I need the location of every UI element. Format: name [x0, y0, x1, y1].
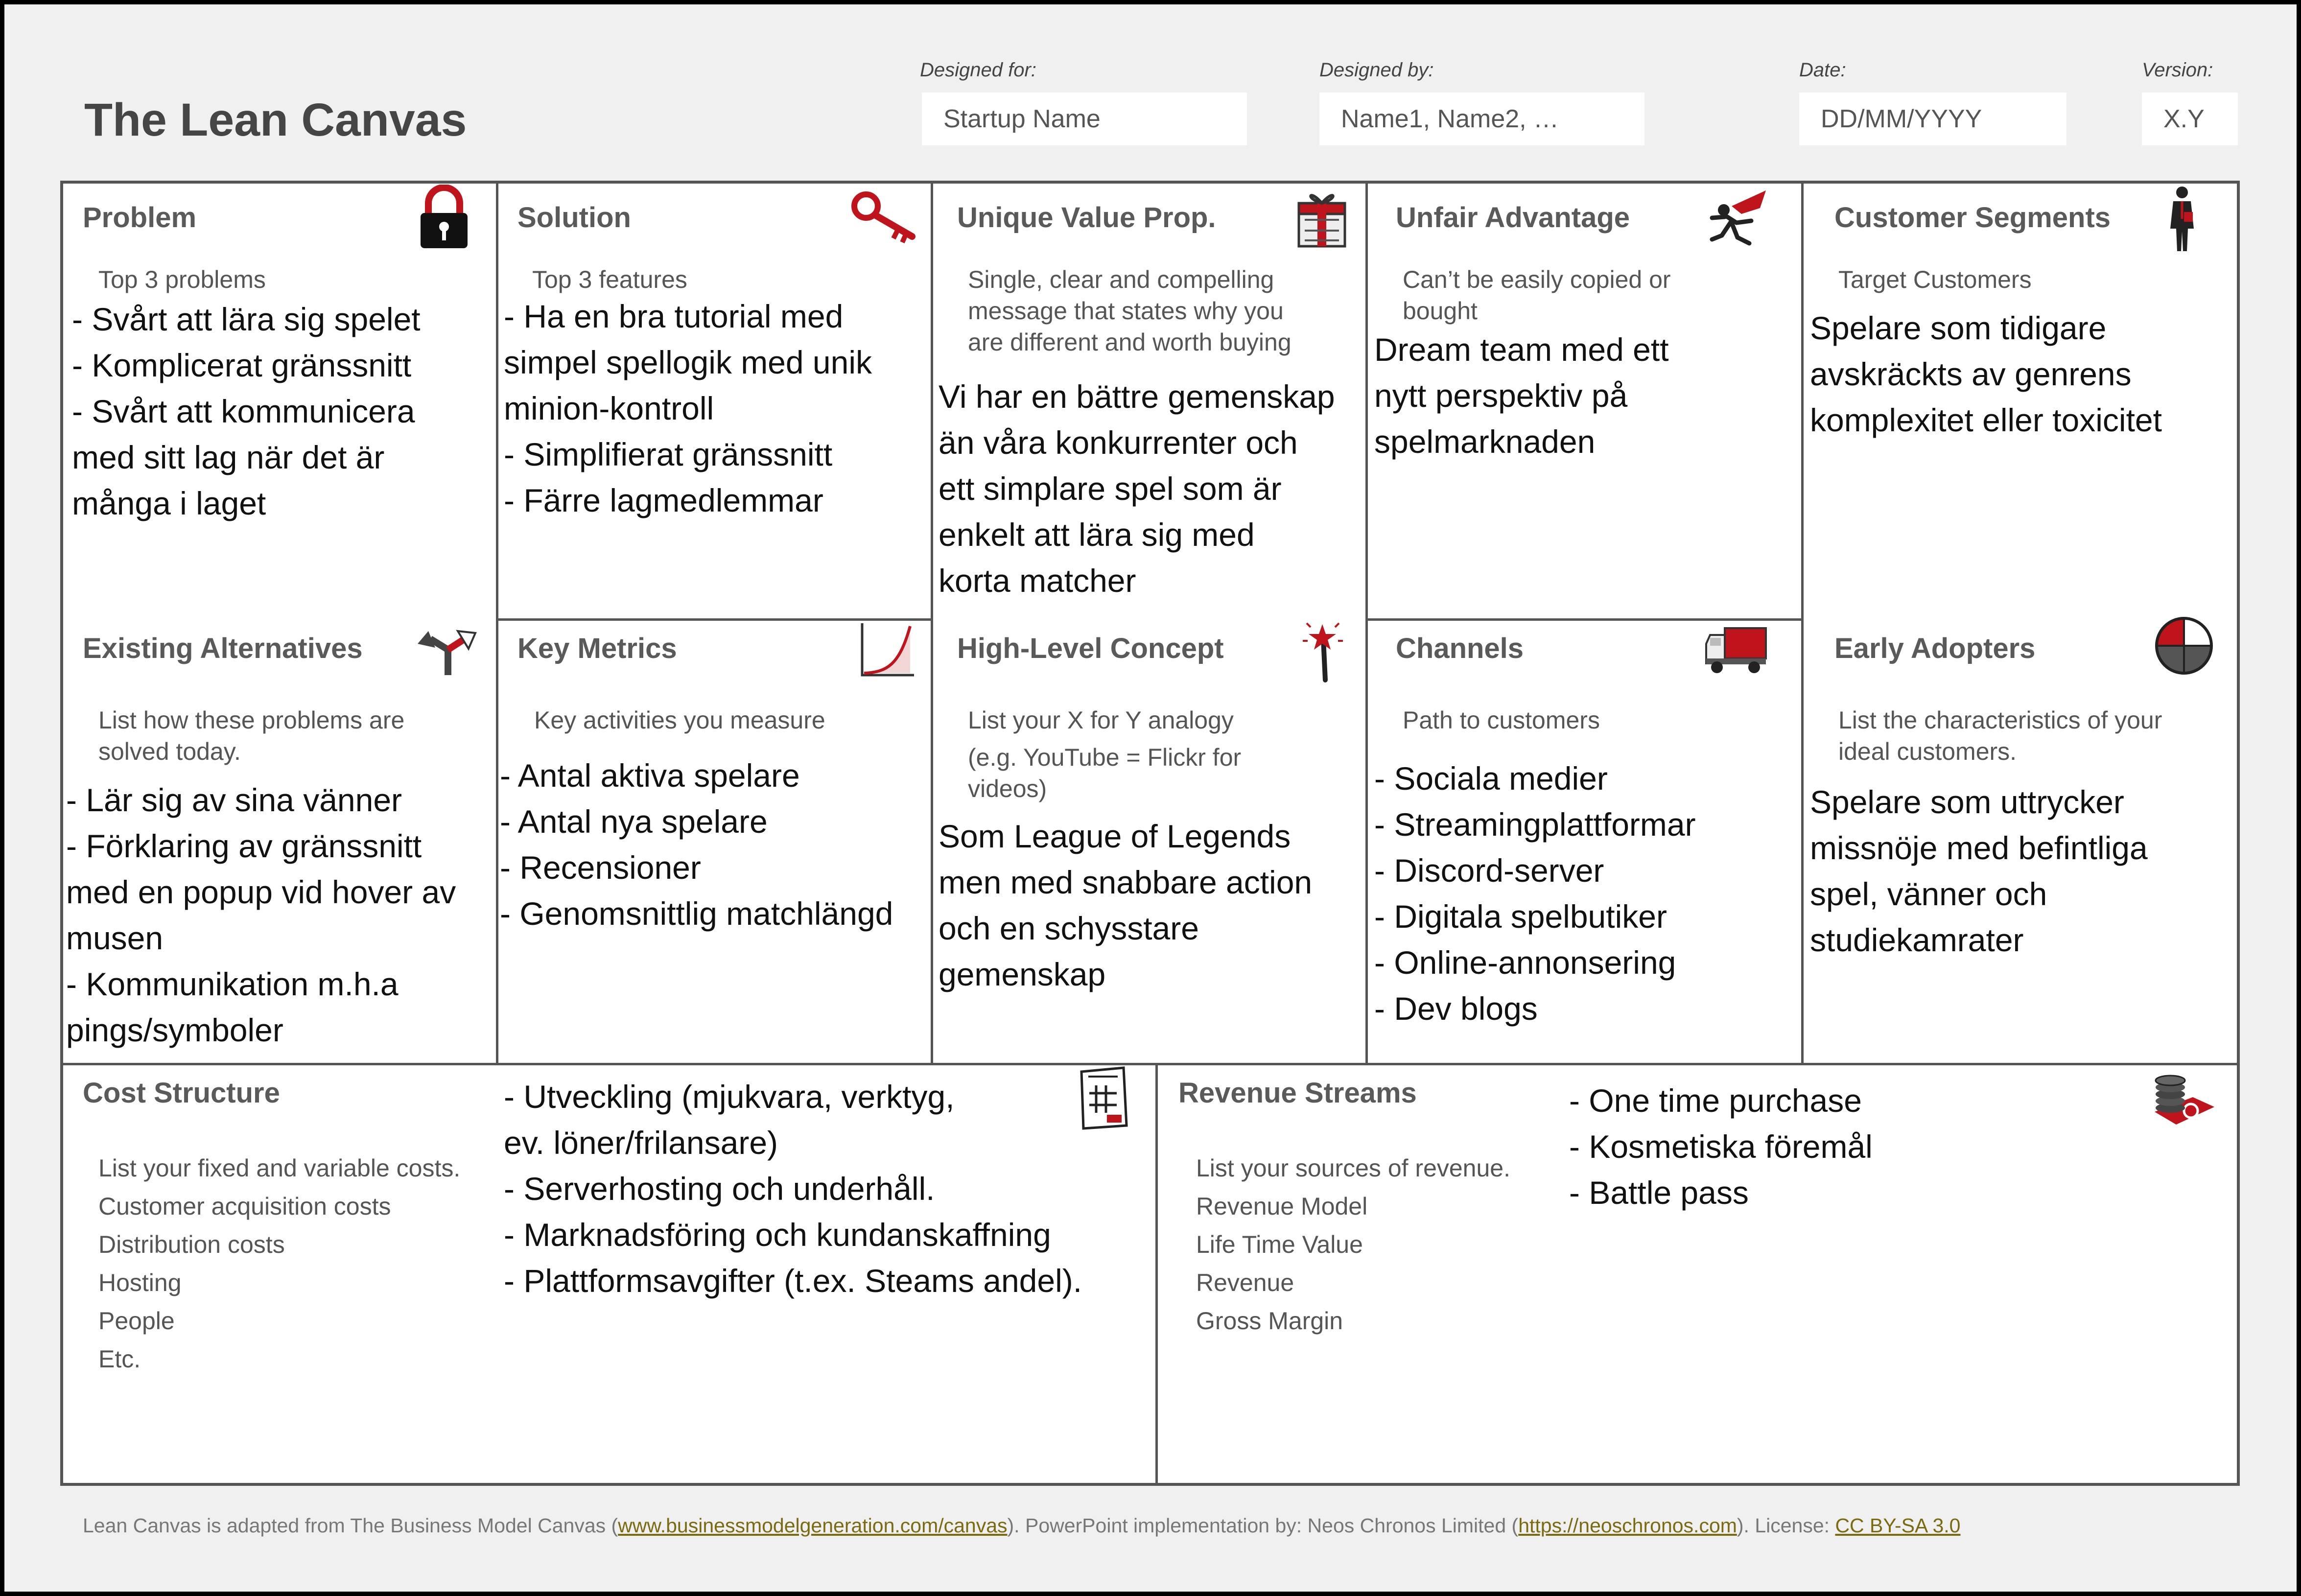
solution-content[interactable]: - Ha en bra tutorial med simpel spellogi…	[504, 293, 872, 523]
unfair-hint: Can’t be easily copied or bought	[1403, 266, 1671, 325]
channels-content[interactable]: - Sociala medier - Streamingplattformar …	[1374, 755, 1696, 1032]
coins-icon	[2155, 1075, 2214, 1125]
problem-hint: Top 3 problems	[98, 266, 266, 293]
neoschronos-link[interactable]: https://neoschronos.com	[1518, 1514, 1737, 1537]
date-label: Date:	[1799, 59, 1846, 81]
unfair-title: Unfair Advantage	[1396, 202, 1630, 234]
footer-text: Lean Canvas is adapted from The Business…	[83, 1514, 618, 1537]
metrics-hint: Key activities you measure	[534, 706, 825, 734]
segments-hint: Target Customers	[1838, 266, 2032, 293]
designed-for-field[interactable]: Startup Name	[922, 93, 1247, 145]
early-hint: List the characteristics of your ideal c…	[1838, 706, 2162, 765]
revenue-title: Revenue Streams	[1178, 1077, 1417, 1109]
license-link[interactable]: CC BY-SA 3.0	[1835, 1514, 1960, 1537]
concept-content[interactable]: Som League of Legends men med snabbare a…	[939, 813, 1312, 997]
segments-title: Customer Segments	[1834, 202, 2111, 234]
cost-hint: List your fixed and variable costs. Cust…	[98, 1154, 461, 1373]
uvp-content[interactable]: Vi har en bättre gemenskap än våra konku…	[939, 374, 1335, 604]
solution-hint: Top 3 features	[532, 266, 687, 293]
alternatives-title: Existing Alternatives	[83, 633, 363, 664]
footer-text: ). License:	[1737, 1514, 1835, 1537]
early-content[interactable]: Spelare som uttrycker missnöje med befin…	[1810, 779, 2148, 963]
arrows-icon	[418, 630, 477, 675]
cost-content[interactable]: - Utveckling (mjukvara, verktyg, ev. lön…	[504, 1074, 1082, 1304]
designed-by-label: Designed by:	[1319, 59, 1434, 81]
page-title: The Lean Canvas	[84, 94, 467, 146]
unfair-content[interactable]: Dream team med ett nytt perspektiv på sp…	[1374, 327, 1669, 465]
designed-for-label: Designed for:	[920, 59, 1036, 81]
superhero-icon	[1710, 190, 1766, 246]
gift-icon	[1297, 194, 1346, 248]
date-field[interactable]: DD/MM/YYYY	[1799, 93, 2066, 145]
business-model-link[interactable]: www.businessmodelgeneration.com/canvas	[618, 1514, 1007, 1537]
solution-title: Solution	[517, 202, 631, 234]
metrics-content[interactable]: - Antal aktiva spelare - Antal nya spela…	[500, 752, 893, 937]
segments-content[interactable]: Spelare som tidigare avskräckts av genre…	[1810, 305, 2162, 443]
channels-title: Channels	[1396, 633, 1524, 664]
footer-text: ). PowerPoint implementation by: Neos Ch…	[1007, 1514, 1519, 1537]
revenue-content[interactable]: - One time purchase - Kosmetiska föremål…	[1569, 1078, 1873, 1216]
version-label: Version:	[2142, 59, 2213, 81]
padlock-icon	[421, 185, 468, 248]
growth-chart-icon	[861, 623, 914, 677]
key-icon	[851, 191, 916, 243]
page: The Lean Canvas Designed for: Startup Na…	[4, 4, 2297, 1592]
truck-icon	[1705, 627, 1767, 673]
problem-title: Problem	[83, 202, 197, 234]
designed-by-field[interactable]: Name1, Name2, …	[1319, 93, 1644, 145]
concept-hint: List your X for Y analogy (e.g. YouTube …	[968, 706, 1242, 802]
revenue-hint: List your sources of revenue. Revenue Mo…	[1196, 1154, 1510, 1335]
pie-chart-icon	[2155, 617, 2213, 675]
concept-title: High-Level Concept	[957, 633, 1224, 664]
magic-wand-icon	[1303, 622, 1343, 682]
uvp-title: Unique Value Prop.	[957, 202, 1216, 234]
invoice-icon	[1080, 1066, 1128, 1130]
uvp-hint: Single, clear and compelling message tha…	[968, 266, 1291, 356]
alternatives-content[interactable]: - Lär sig av sina vänner - Förklaring av…	[66, 777, 456, 1053]
channels-hint: Path to customers	[1403, 706, 1600, 734]
version-field[interactable]: X.Y	[2142, 93, 2238, 145]
footer-attribution: Lean Canvas is adapted from The Business…	[83, 1514, 1960, 1537]
alternatives-hint: List how these problems are solved today…	[98, 706, 405, 765]
early-title: Early Adopters	[1834, 633, 2036, 664]
person-icon	[2170, 187, 2194, 251]
cost-title: Cost Structure	[83, 1077, 280, 1109]
problem-content[interactable]: - Svårt att lära sig spelet - Komplicera…	[72, 296, 421, 526]
metrics-title: Key Metrics	[517, 633, 677, 664]
